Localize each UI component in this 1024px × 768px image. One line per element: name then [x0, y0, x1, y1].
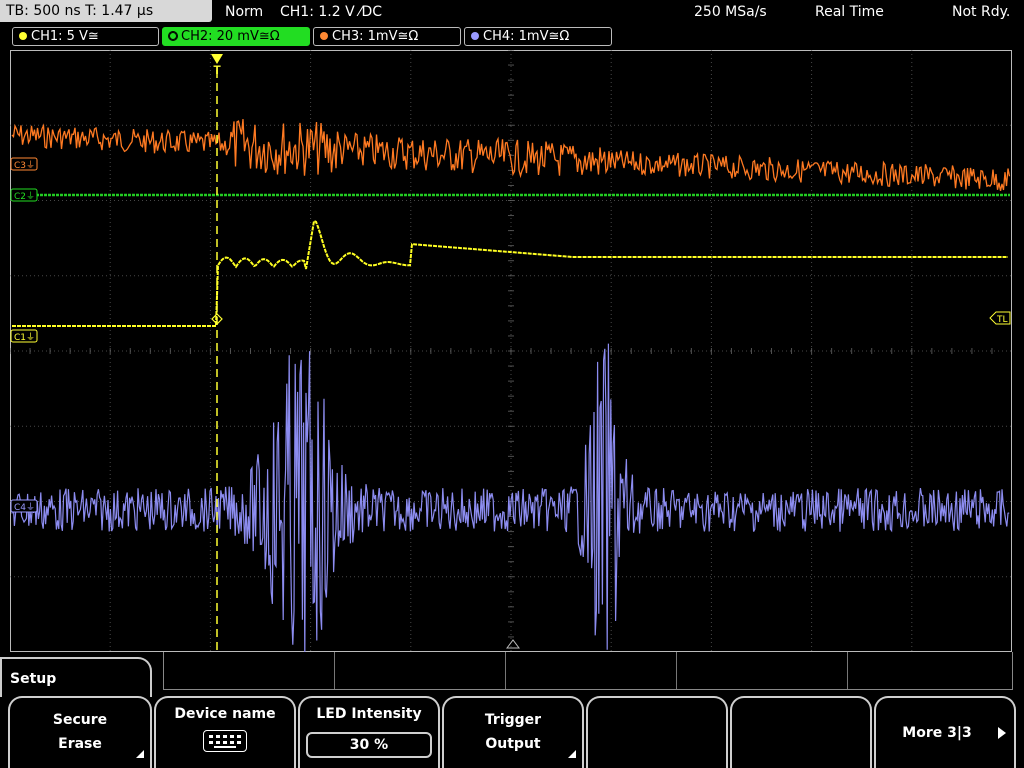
svg-text:TL: TL [996, 315, 1008, 325]
device-name-button[interactable]: Device name [154, 696, 296, 768]
sample-rate: 250 MSa/s [694, 4, 767, 20]
led-intensity-button[interactable]: LED Intensity 30 % [298, 696, 440, 768]
menu-title: Setup [10, 671, 57, 687]
svg-text:C4⏚: C4⏚ [14, 502, 35, 513]
trigger-output-button[interactable]: Trigger Output [442, 696, 584, 768]
trigger-readout[interactable]: CH1: 1.2 V ⁄DC [280, 2, 382, 22]
softkey-label: Device name [174, 706, 276, 722]
secure-erase-button[interactable]: Secure Erase [8, 696, 152, 768]
softkey-label: Secure [52, 712, 108, 728]
softkey-label: Erase [58, 736, 102, 752]
ch2-ground-marker: C2⏚ [10, 188, 38, 202]
channel-label: CH3: 1mV≅Ω [332, 29, 419, 44]
softkey-label: LED Intensity [316, 706, 422, 722]
waveform-display[interactable]: T C3⏚ C2⏚ C1⏚ C4⏚ TL [10, 50, 1012, 652]
ch3-ground-marker: C3⏚ [10, 157, 38, 171]
submenu-corner-icon [136, 750, 144, 758]
svg-text:C2⏚: C2⏚ [14, 191, 35, 202]
zoom-overview-strip [163, 652, 1013, 690]
acquisition-mode[interactable]: Norm [225, 2, 263, 22]
ch4-ground-marker: C4⏚ [10, 499, 38, 513]
channel-tab-ch1[interactable]: CH1: 5 V≅ [12, 27, 159, 46]
channel-tab-ch4[interactable]: CH4: 1mV≅Ω [464, 27, 612, 46]
svg-text:C3⏚: C3⏚ [14, 160, 35, 171]
channel-label: CH2: 20 mV≅Ω [181, 29, 280, 44]
status-bar: TB: 500 ns T: 1.47 µs Norm CH1: 1.2 V ⁄D… [0, 0, 1024, 24]
empty-softkey-6[interactable] [730, 696, 872, 768]
channel-label: CH1: 5 V≅ [31, 29, 99, 44]
trigger-pos-label: T [213, 63, 221, 77]
submenu-corner-icon [568, 750, 576, 758]
ch4-color-dot [471, 32, 479, 40]
softkey-label: Trigger [484, 712, 542, 728]
channel-tab-ch2[interactable]: CH2: 20 mV≅Ω [162, 27, 310, 46]
svg-text:C1⏚: C1⏚ [14, 332, 35, 343]
timebase-readout[interactable]: TB: 500 ns T: 1.47 µs [0, 0, 212, 22]
channel-bar: CH1: 5 V≅ CH2: 20 mV≅Ω CH3: 1mV≅Ω CH4: 1… [0, 26, 1024, 48]
keyboard-icon [203, 730, 247, 752]
empty-softkey-5[interactable] [586, 696, 728, 768]
softkey-label: Output [485, 736, 541, 752]
menu-title-tab[interactable]: Setup [0, 657, 152, 697]
more-button[interactable]: More 3|3 [874, 696, 1016, 768]
led-intensity-value[interactable]: 30 % [306, 732, 432, 758]
softkey-label: More 3|3 [902, 725, 972, 741]
softkey-bar: Secure Erase Device name LED Intensity 3… [0, 696, 1024, 768]
ch3-color-dot [320, 32, 328, 40]
next-page-arrow-icon [998, 727, 1006, 739]
ch1-ground-marker: C1⏚ [10, 329, 38, 343]
ch1-color-dot [19, 32, 27, 40]
trigger-state: Not Rdy. [952, 4, 1011, 20]
channel-tab-ch3[interactable]: CH3: 1mV≅Ω [313, 27, 461, 46]
ch2-color-dot [168, 31, 178, 41]
channel-label: CH4: 1mV≅Ω [483, 29, 570, 44]
acquisition-type: Real Time [815, 4, 884, 20]
